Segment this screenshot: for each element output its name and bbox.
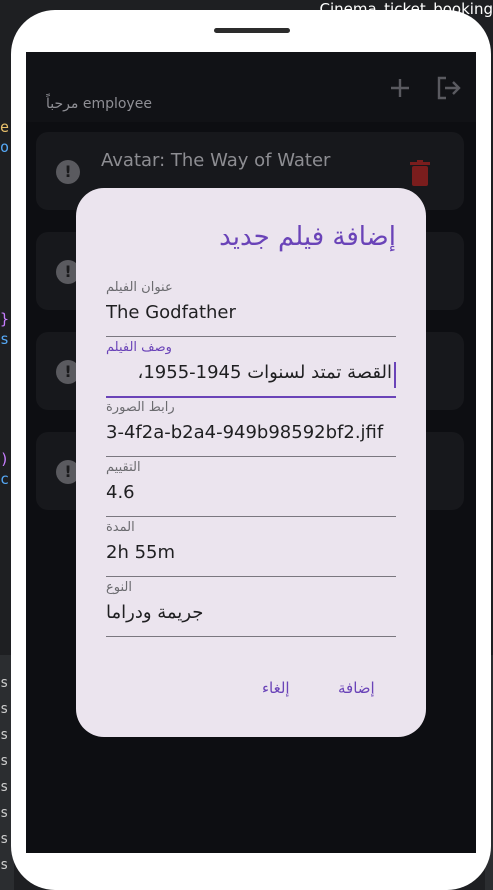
dialog-title: إضافة فيلم جديد <box>219 222 396 252</box>
cancel-button[interactable]: إلغاء <box>262 679 290 697</box>
field-value[interactable]: 2h 55m <box>106 542 396 563</box>
speaker-notch <box>214 28 290 33</box>
field-label: وصف الفيلم <box>106 340 172 355</box>
field-value[interactable]: جريمة ودراما <box>106 602 396 623</box>
field-underline <box>106 636 396 637</box>
field-label: النوع <box>106 580 132 595</box>
field-label: المدة <box>106 520 135 535</box>
movie-title-field[interactable]: عنوان الفيلم The Godfather <box>106 280 396 338</box>
field-value[interactable]: القصة تمتد لسنوات 1945-1955، <box>106 362 392 383</box>
add-movie-dialog: إضافة فيلم جديد عنوان الفيلم The Godfath… <box>76 188 426 737</box>
movie-description-field[interactable]: وصف الفيلم القصة تمتد لسنوات 1945-1955، <box>106 340 396 398</box>
duration-field[interactable]: المدة 2h 55m <box>106 520 396 578</box>
genre-field[interactable]: النوع جريمة ودراما <box>106 580 396 638</box>
field-underline <box>106 456 396 457</box>
field-value[interactable]: 3-4f2a-b2a4-949b98592bf2.jfif <box>106 422 396 443</box>
rating-field[interactable]: التقييم 4.6 <box>106 460 396 518</box>
field-underline <box>106 576 396 577</box>
field-label: عنوان الفيلم <box>106 280 173 295</box>
field-underline <box>106 396 396 398</box>
add-button[interactable]: إضافة <box>338 679 375 697</box>
emulator-frame: مرحباً employee ! Avatar: The Way of Wat… <box>11 10 491 890</box>
field-value[interactable]: 4.6 <box>106 482 396 503</box>
app-screen: مرحباً employee ! Avatar: The Way of Wat… <box>26 52 476 853</box>
field-label: رابط الصورة <box>106 400 175 415</box>
field-label: التقييم <box>106 460 141 475</box>
field-underline <box>106 516 396 517</box>
text-cursor <box>394 362 396 388</box>
field-underline <box>106 336 396 337</box>
image-url-field[interactable]: رابط الصورة 3-4f2a-b2a4-949b98592bf2.jfi… <box>106 400 396 458</box>
field-value[interactable]: The Godfather <box>106 302 396 323</box>
